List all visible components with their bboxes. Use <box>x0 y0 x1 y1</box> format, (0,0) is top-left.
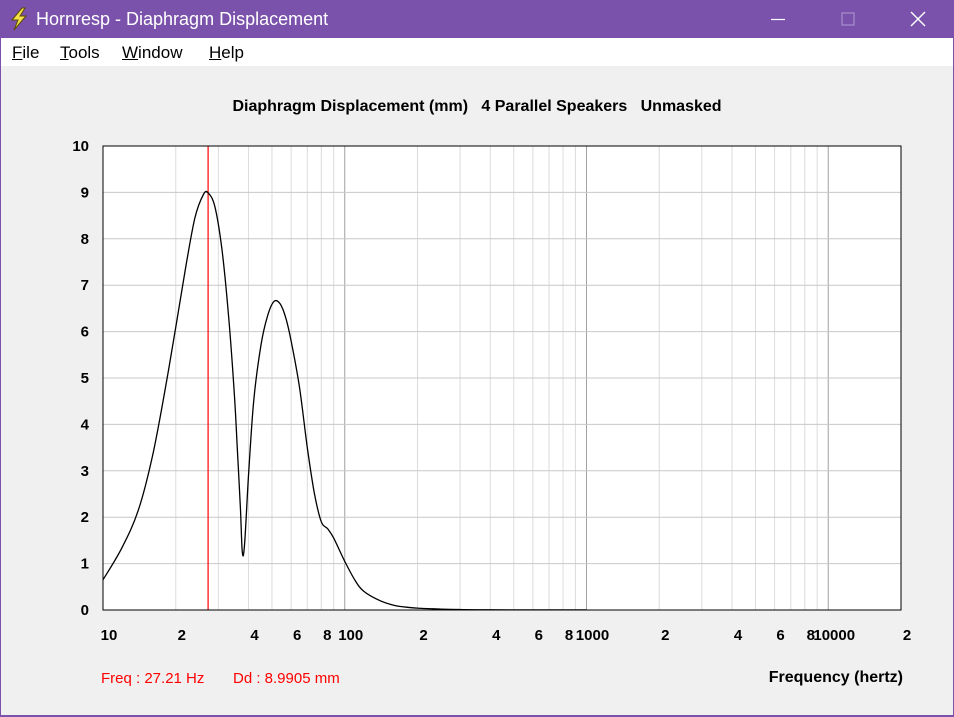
x-tick-label: 6 <box>293 627 301 644</box>
x-axis-ticks: 10 2 4 6 8 100 2 4 6 8 1000 2 4 6 810000 2 <box>101 627 912 644</box>
menu-help-accel: H <box>209 43 222 62</box>
app-window: Hornresp - Diaphragm Displacement File T… <box>0 0 954 717</box>
y-tick-label: 9 <box>81 184 89 201</box>
menu-tools-accel: T <box>60 43 69 62</box>
menu-tools[interactable]: Tools <box>60 43 100 63</box>
x-tick-label: 2 <box>178 627 186 644</box>
displacement-readout: Dd : 8.9905 mm <box>233 670 340 687</box>
x-tick-label: 10 <box>101 627 118 644</box>
y-tick-label: 8 <box>81 231 89 248</box>
menu-bar: File Tools Window Help <box>1 38 953 66</box>
y-tick-label: 1 <box>81 556 89 573</box>
chart-area[interactable]: Diaphragm Displacement (mm) 4 Parallel S… <box>1 66 953 715</box>
x-tick-label: 2 <box>661 627 669 644</box>
close-button[interactable] <box>888 0 948 38</box>
menu-tools-label: ools <box>68 43 100 62</box>
y-tick-label: 0 <box>81 602 89 619</box>
frequency-readout: Freq : 27.21 Hz <box>101 670 205 687</box>
y-tick-label: 2 <box>81 509 89 526</box>
menu-window-accel: W <box>122 43 139 62</box>
menu-help[interactable]: Help <box>209 43 244 63</box>
x-tick-label: 6 <box>535 627 543 644</box>
menu-window[interactable]: Window <box>122 43 182 63</box>
y-tick-label: 4 <box>81 416 90 433</box>
menu-file-accel: F <box>12 43 23 62</box>
x-tick-label: 4 <box>492 627 501 644</box>
y-axis-ticks: 0 1 2 3 4 5 6 7 8 9 10 <box>72 138 89 619</box>
x-tick-label: 1000 <box>576 627 609 644</box>
menu-window-label: indow <box>138 43 183 62</box>
minimize-button[interactable] <box>748 0 808 38</box>
x-tick-label: 4 <box>250 627 259 644</box>
x-tick-label: 4 <box>734 627 743 644</box>
x-tick-label: 2 <box>903 627 911 644</box>
maximize-icon <box>841 12 855 26</box>
close-icon <box>910 11 926 27</box>
displacement-chart[interactable]: 012345678910 10 2 4 6 8 100 2 4 6 8 1000 2 4 6 810000 2 <box>1 66 953 666</box>
x-tick-label: 8 <box>565 627 573 644</box>
minimize-icon <box>771 18 785 21</box>
x-tick-label: 10000 <box>813 627 855 644</box>
y-tick-label: 10 <box>72 138 89 155</box>
menu-file[interactable]: File <box>12 43 39 63</box>
maximize-button[interactable] <box>818 0 878 38</box>
y-tick-label: 6 <box>81 324 89 341</box>
x-tick-label: 6 <box>776 627 784 644</box>
window-title: Hornresp - Diaphragm Displacement <box>36 9 329 29</box>
y-tick-label: 7 <box>81 277 89 294</box>
x-axis-label: Frequency (hertz) <box>768 669 903 686</box>
x-tick-label: 8 <box>323 627 331 644</box>
x-tick-label: 100 <box>338 627 363 644</box>
x-tick-label: 2 <box>419 627 427 644</box>
menu-help-label: elp <box>221 43 244 62</box>
menu-file-label: ile <box>22 43 40 62</box>
lightning-bolt-icon <box>10 7 28 31</box>
y-tick-label: 5 <box>81 370 89 387</box>
title-bar[interactable]: Hornresp - Diaphragm Displacement <box>0 0 954 38</box>
y-tick-label: 3 <box>81 463 89 480</box>
